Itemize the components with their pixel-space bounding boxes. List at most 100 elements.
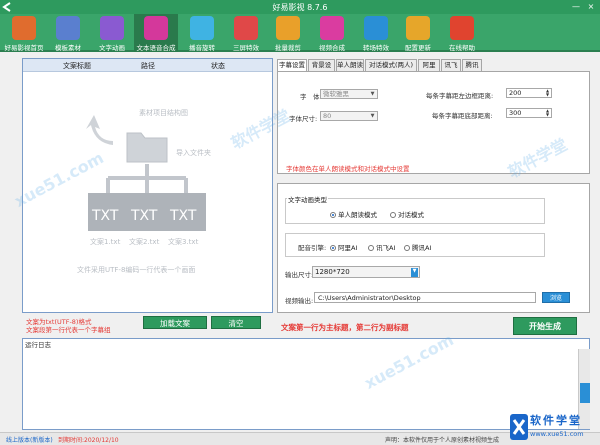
illustration-bottom-text: 文件采用UTF-8编码一行代表一个画面 bbox=[77, 265, 195, 274]
file-list-header: 文案标题 路径 状态 bbox=[23, 59, 272, 72]
toolbar-item-10[interactable]: 在线帮助 bbox=[440, 14, 484, 52]
toolbar-item-icon bbox=[56, 16, 80, 40]
spinner-arrows-icon[interactable]: ▲ ▼ bbox=[544, 89, 551, 97]
toolbar-item-icon bbox=[144, 16, 168, 40]
toolbar-item-icon bbox=[12, 16, 36, 40]
col-title-header[interactable]: 文案标题 bbox=[63, 61, 91, 71]
toolbar-item-label: 视频合成 bbox=[319, 44, 345, 52]
scrollbar-thumb[interactable] bbox=[580, 383, 590, 403]
font-size-label: 字体尺寸: bbox=[289, 115, 318, 123]
toolbar-item-2[interactable]: 文字动画 bbox=[90, 14, 134, 52]
mode-dialog-radio[interactable]: 对话模式 bbox=[390, 209, 424, 219]
font-size-select[interactable]: 80 ▼ bbox=[320, 111, 378, 121]
txt-file-1: TXT bbox=[88, 193, 128, 231]
engine-ali-radio[interactable]: 阿里AI bbox=[330, 242, 357, 252]
font-label: 字 体: bbox=[300, 93, 322, 101]
toolbar-item-icon bbox=[234, 16, 258, 40]
toolbar-item-label: 模板素材 bbox=[55, 44, 81, 52]
toolbar-item-icon bbox=[450, 16, 474, 40]
output-size-label: 输出尺寸: bbox=[285, 271, 314, 279]
minimize-button[interactable]: — bbox=[570, 1, 582, 12]
title-line-hint: 文案第一行为主标题，第二行为副标题 bbox=[281, 323, 409, 332]
txt-file-2: TXT bbox=[127, 193, 167, 231]
tab-3[interactable]: 对话模式(两人) bbox=[365, 59, 417, 71]
toolbar-item-label: 文本语音合成 bbox=[136, 44, 176, 52]
title-bar: 好易影视 8.7.6 — × bbox=[0, 0, 600, 14]
col-path-header[interactable]: 路径 bbox=[141, 61, 155, 71]
radio-icon bbox=[368, 245, 374, 251]
toolbar-item-1[interactable]: 模板素材 bbox=[46, 14, 90, 52]
mode-single-radio[interactable]: 单人朗读模式 bbox=[330, 209, 377, 219]
spinner-arrows-icon[interactable]: ▲ ▼ bbox=[544, 109, 551, 117]
toolbar-item-9[interactable]: 配置更新 bbox=[396, 14, 440, 52]
tab-6[interactable]: 腾讯 bbox=[462, 59, 482, 71]
brand-logo-icon bbox=[510, 414, 528, 440]
start-generate-button[interactable]: 开始生成 bbox=[513, 317, 577, 335]
chevron-down-icon: ▼ bbox=[370, 113, 375, 119]
file-caption-1: 文案1.txt bbox=[90, 237, 121, 246]
tab-1[interactable]: 背景设置 bbox=[308, 59, 335, 80]
animation-type-title: 文字动画类型 bbox=[287, 194, 328, 204]
output-size-select[interactable]: 1280*720 ▼ bbox=[312, 266, 420, 278]
font-select[interactable]: 微软雅黑 ▼ bbox=[320, 89, 378, 99]
engine-xunfei-radio[interactable]: 讯飞AI bbox=[368, 242, 395, 252]
toolbar-item-7[interactable]: 视频合成 bbox=[310, 14, 354, 52]
toolbar-item-4[interactable]: 播音旋转 bbox=[180, 14, 224, 52]
toolbar-item-icon bbox=[406, 16, 430, 40]
radio-selected-icon bbox=[330, 212, 336, 218]
file-label-1: TXT bbox=[91, 208, 119, 224]
toolbar-item-6[interactable]: 批量裁剪 bbox=[266, 14, 310, 52]
toolbar-item-0[interactable]: 好易影视首页 bbox=[2, 14, 46, 52]
illustration-top-text: 素材项目结构图 bbox=[139, 108, 188, 117]
brand-badge: 软件学堂 www.xue51.com bbox=[508, 410, 600, 445]
output-path-input[interactable]: C:\Users\Administrator\Desktop bbox=[314, 292, 536, 303]
toolbar-item-3[interactable]: 文本语音合成 bbox=[134, 14, 178, 52]
chevron-down-icon: ▼ bbox=[411, 268, 418, 277]
chevron-down-icon: ▼ bbox=[370, 91, 375, 97]
log-title: 运行日志 bbox=[25, 341, 51, 349]
toolbar-item-label: 好易影视首页 bbox=[4, 44, 44, 52]
toolbar-item-label: 转场特效 bbox=[363, 44, 389, 52]
engine-tencent-radio[interactable]: 腾讯AI bbox=[404, 242, 431, 252]
radio-icon bbox=[404, 245, 410, 251]
col-status-header[interactable]: 状态 bbox=[211, 61, 225, 71]
toolbar-item-label: 文字动画 bbox=[99, 44, 125, 52]
tab-4[interactable]: 阿里 bbox=[418, 59, 440, 71]
close-button[interactable]: × bbox=[585, 1, 597, 12]
margin-left-label: 每条字幕距左边框距离: bbox=[426, 92, 494, 100]
file-caption-2: 文案2.txt bbox=[129, 237, 160, 246]
tab-2[interactable]: 单人朗读模式 bbox=[336, 59, 364, 80]
radio-selected-icon bbox=[330, 245, 336, 251]
upload-arrow-icon bbox=[86, 115, 113, 145]
version-status[interactable]: 线上版本(新版本) bbox=[6, 435, 53, 444]
toolbar-item-5[interactable]: 三屏特效 bbox=[224, 14, 268, 52]
toolbar-item-label: 三屏特效 bbox=[233, 44, 259, 52]
load-script-button[interactable]: 加载文案 bbox=[143, 316, 207, 329]
margin-bottom-input[interactable]: 300 ▲ ▼ bbox=[506, 108, 552, 118]
disclaimer-status: 声明：本软件仅用于个人原创素材视频生成 bbox=[385, 437, 500, 444]
output-path-label: 视频输出: bbox=[285, 297, 314, 305]
margin-bottom-label: 每条字幕距底部距离: bbox=[432, 112, 493, 120]
run-log-panel[interactable]: 运行日志 bbox=[22, 338, 590, 430]
toolbar-item-label: 播音旋转 bbox=[189, 44, 215, 52]
file-label-2: TXT bbox=[130, 208, 158, 224]
toolbar-item-icon bbox=[364, 16, 388, 40]
clear-button[interactable]: 清空 bbox=[211, 316, 261, 329]
subtitle-settings-panel bbox=[277, 71, 590, 174]
margin-left-input[interactable]: 200 ▲ ▼ bbox=[506, 88, 552, 98]
toolbar-item-icon bbox=[190, 16, 214, 40]
file-label-3: TXT bbox=[169, 208, 197, 224]
window-title: 好易影视 8.7.6 bbox=[272, 3, 328, 12]
toolbar-item-8[interactable]: 转场特效 bbox=[354, 14, 398, 52]
folder-label: 导入文件夹 bbox=[176, 148, 211, 157]
radio-icon bbox=[390, 212, 396, 218]
file-caption-3: 文案3.txt bbox=[168, 237, 199, 246]
engine-label: 配音引擎: bbox=[298, 244, 327, 252]
line-hint: 文案段第一行代表一个字幕组 bbox=[26, 326, 111, 334]
file-list-panel[interactable]: 文案标题 路径 状态 素材项目结构图 导入文件夹 TXT TXT TXT 文案1… bbox=[22, 58, 273, 313]
toolbar-item-icon bbox=[276, 16, 300, 40]
browse-button[interactable]: 浏览 bbox=[542, 292, 570, 303]
tree-lines bbox=[106, 164, 188, 193]
tab-5[interactable]: 讯飞 bbox=[441, 59, 461, 71]
txt-file-3: TXT bbox=[166, 193, 206, 231]
